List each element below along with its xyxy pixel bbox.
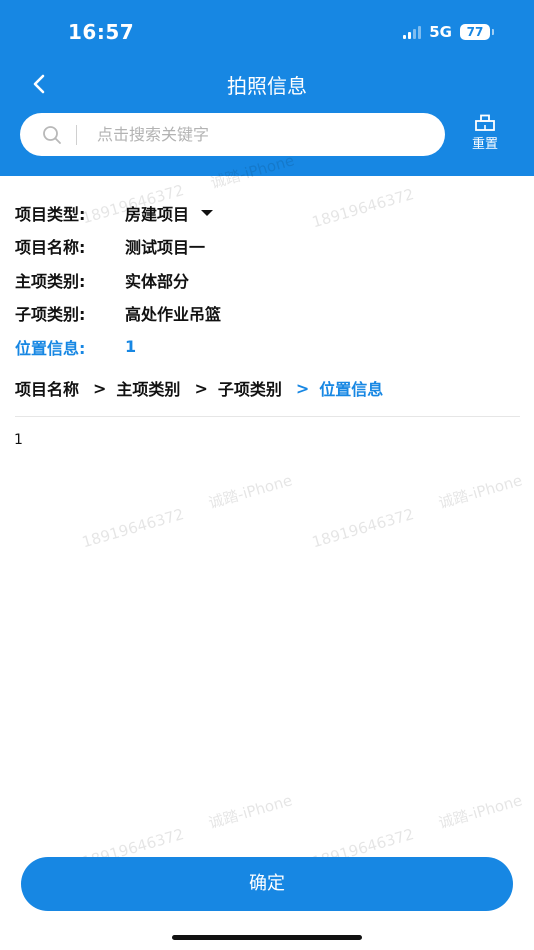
caret-down-icon	[201, 209, 214, 216]
project-name-label: 项目名称:	[15, 238, 86, 258]
location-row: 位置信息: 1	[15, 330, 221, 364]
home-indicator	[172, 935, 362, 940]
breadcrumb-project-name[interactable]: 项目名称	[15, 376, 79, 400]
project-type-label: 项目类型:	[15, 204, 86, 224]
project-type-select[interactable]: 房建项目	[125, 201, 214, 225]
project-type-value: 房建项目	[125, 204, 190, 224]
reset-icon	[475, 114, 495, 131]
network-type: 5G	[429, 23, 452, 41]
search-divider	[76, 124, 77, 145]
location-list-item[interactable]: 1	[14, 432, 23, 448]
location-value: 1	[125, 337, 137, 357]
sub-category-row: 子项类别: 高处作业吊篮	[15, 297, 221, 331]
search-bar[interactable]	[20, 113, 445, 156]
search-icon	[43, 125, 61, 144]
breadcrumb-sub-category[interactable]: 子项类别	[218, 376, 282, 400]
breadcrumb-separator: >	[295, 378, 310, 398]
project-name-value: 测试项目一	[125, 238, 206, 258]
project-info: 项目类型: 房建项目 项目名称: 测试项目一 主项类别: 实体部分 子项类别: …	[15, 196, 221, 364]
status-indicators: 5G 77	[403, 22, 494, 42]
watermark-user: 诚踏-iPhone	[206, 471, 295, 513]
battery-icon: 77	[460, 24, 494, 40]
watermark-phone: 18919646372	[310, 185, 416, 232]
divider	[15, 416, 520, 417]
breadcrumb: 项目名称 > 主项类别 > 子项类别 > 位置信息	[15, 376, 383, 400]
signal-icon	[403, 25, 422, 39]
location-label: 位置信息:	[15, 338, 86, 358]
reset-button[interactable]: 重置	[462, 114, 508, 158]
main-category-row: 主项类别: 实体部分	[15, 263, 221, 297]
confirm-button[interactable]: 确定	[21, 857, 513, 911]
watermark-phone: 18919646372	[310, 505, 416, 552]
reset-label: 重置	[471, 137, 498, 152]
watermark-user: 诚踏-iPhone	[436, 471, 525, 513]
page-title: 拍照信息	[227, 74, 307, 98]
header-bar: 16:57 5G 77 拍照信息 重置	[0, 0, 534, 176]
main-category-value: 实体部分	[125, 271, 190, 291]
sub-category-label: 子项类别:	[15, 305, 86, 325]
breadcrumb-separator: >	[93, 378, 107, 398]
watermark-user: 诚踏-iPhone	[436, 791, 525, 833]
sub-category-value: 高处作业吊篮	[125, 305, 222, 325]
breadcrumb-location[interactable]: 位置信息	[319, 376, 383, 400]
breadcrumb-main-category[interactable]: 主项类别	[116, 376, 180, 400]
project-type-row: 项目类型: 房建项目	[15, 196, 221, 230]
watermark-user: 诚踏-iPhone	[206, 791, 295, 833]
watermark-phone: 18919646372	[80, 505, 186, 552]
main-category-label: 主项类别:	[15, 271, 86, 291]
status-time: 16:57	[68, 20, 135, 44]
breadcrumb-separator: >	[194, 378, 208, 398]
search-input[interactable]	[95, 124, 399, 145]
project-name-row: 项目名称: 测试项目一	[15, 230, 221, 264]
